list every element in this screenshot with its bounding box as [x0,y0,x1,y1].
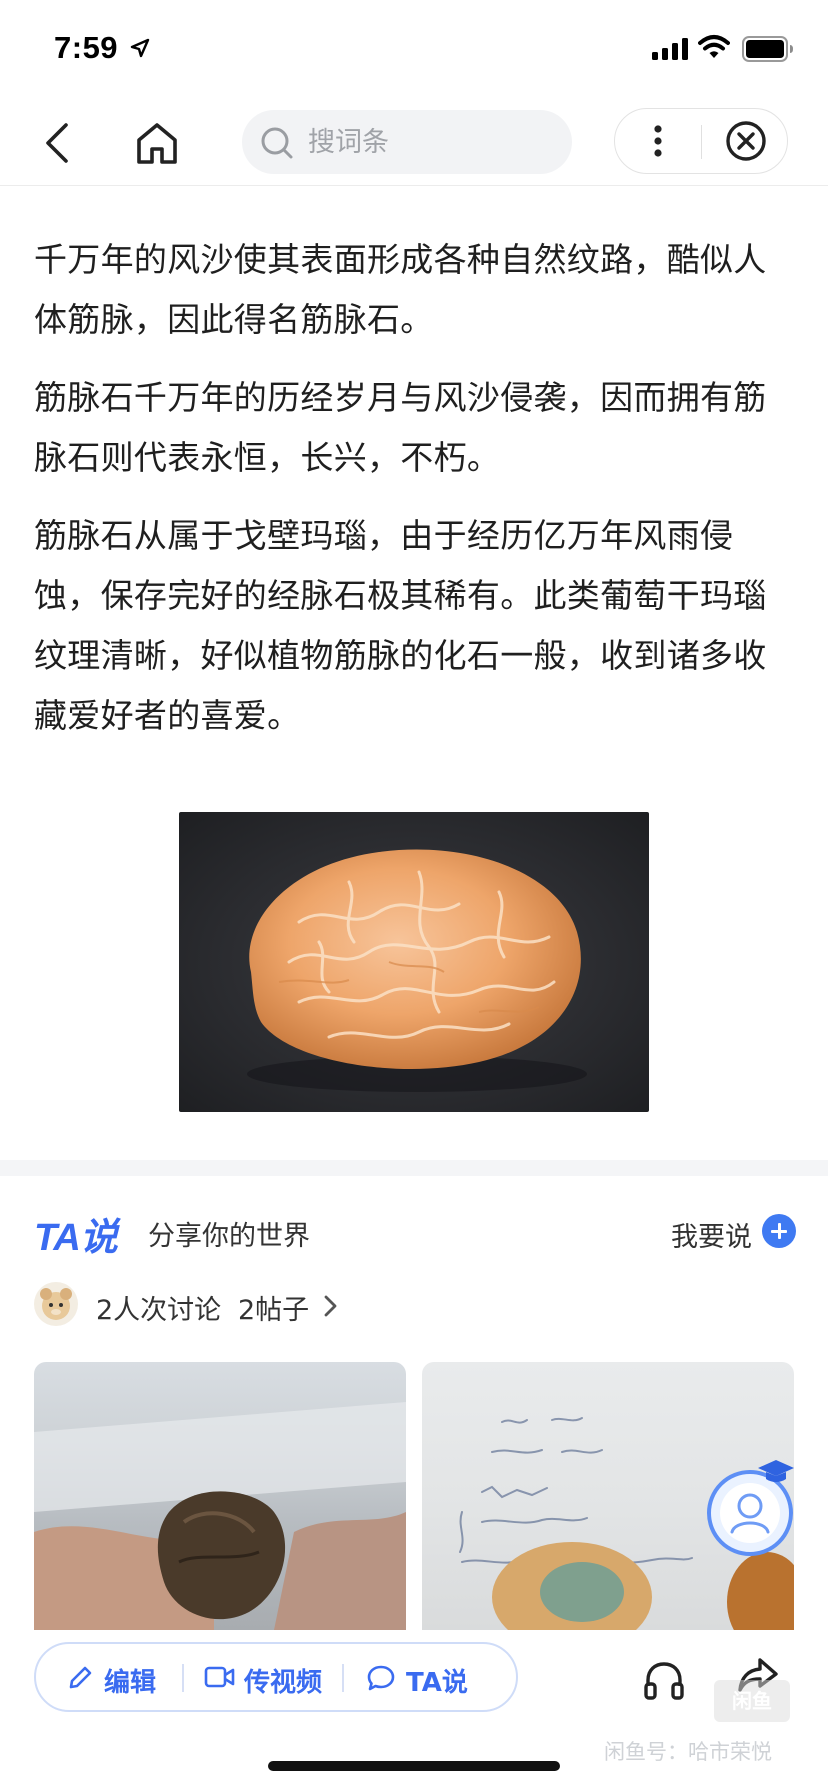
upload-video-label: 传视频 [244,1668,323,1698]
search-input[interactable] [308,110,558,174]
watermark-badge: 闲鱼 [714,1680,790,1722]
mini-program-capsule [614,108,788,174]
chevron-right-icon [324,1295,337,1317]
home-icon [137,123,177,164]
back-icon [46,123,68,163]
video-icon [204,1666,235,1688]
pill-divider [342,1664,344,1692]
search-icon [261,127,293,159]
edit-label: 编辑 [104,1668,157,1698]
discussion-summary[interactable]: 2人次讨论 2帖子 [34,1282,374,1328]
listen-button[interactable] [640,1656,688,1704]
home-indicator[interactable] [268,1761,560,1771]
location-arrow-icon [130,38,150,58]
search-box[interactable] [242,110,572,174]
status-bar: 7:59 [0,0,828,100]
status-time: 7:59 [54,30,119,65]
more-button[interactable] [615,109,701,173]
ta-slogan: 分享你的世界 [148,1221,310,1252]
battery-icon [742,36,793,62]
close-button[interactable] [703,109,789,173]
section-separator [0,1160,828,1176]
article-paragraph: 筋脉石从属于戈壁玛瑙，由于经历亿万年风雨侵蚀，保存完好的经脉石极其稀有。此类葡萄… [34,516,767,735]
ta-logo: TA说 [34,1217,118,1259]
ta-say-label: TA说 [406,1668,468,1698]
home-button[interactable] [132,118,182,168]
article-body: 千万年的风沙使其表面形成各种自然纹路，酷似人体筋脉，因此得名筋脉石。 筋脉石千万… [34,230,796,764]
nav-bar [0,100,828,186]
watermark-text: 闲鱼号：哈市荣悦 [604,1740,772,1764]
action-pill: 编辑 传视频 TA说 [34,1642,518,1712]
pencil-icon [69,1666,92,1689]
posts-count: 2帖子 [238,1295,310,1326]
agate-stone-illustration [247,849,587,1092]
signal-icon [652,38,688,60]
edit-button[interactable]: 编辑 [60,1644,186,1710]
plus-icon [762,1214,796,1248]
post-card[interactable] [34,1362,406,1630]
article-paragraph: 千万年的风沙使其表面形成各种自然纹路，酷似人体筋脉，因此得名筋脉石。 [34,240,767,339]
ta-section-header: TA说 分享你的世界 我要说 [34,1206,796,1259]
article-paragraph: 筋脉石千万年的历经岁月与风沙侵袭，因而拥有筋脉石则代表永恒，长兴，不朽。 [34,378,767,477]
back-button[interactable] [36,118,80,168]
headphones-icon [644,1662,684,1700]
capsule-divider [701,125,702,159]
more-icon [654,125,662,157]
discussion-count: 2人次讨论 [96,1295,222,1326]
avatar [34,1282,78,1326]
chat-bubble-icon [367,1665,395,1691]
ta-say-button[interactable]: TA说 [362,1644,502,1710]
upload-video-button[interactable]: 传视频 [200,1644,350,1710]
ta-post-button[interactable]: 我要说 [666,1212,796,1253]
pill-divider [182,1664,184,1692]
close-icon [726,121,766,161]
agate-stone-image[interactable] [179,812,649,1112]
graduation-cap-icon [758,1460,794,1482]
ta-post-label: 我要说 [671,1222,752,1253]
wifi-icon [698,35,730,58]
post-card-photo [34,1402,406,1630]
